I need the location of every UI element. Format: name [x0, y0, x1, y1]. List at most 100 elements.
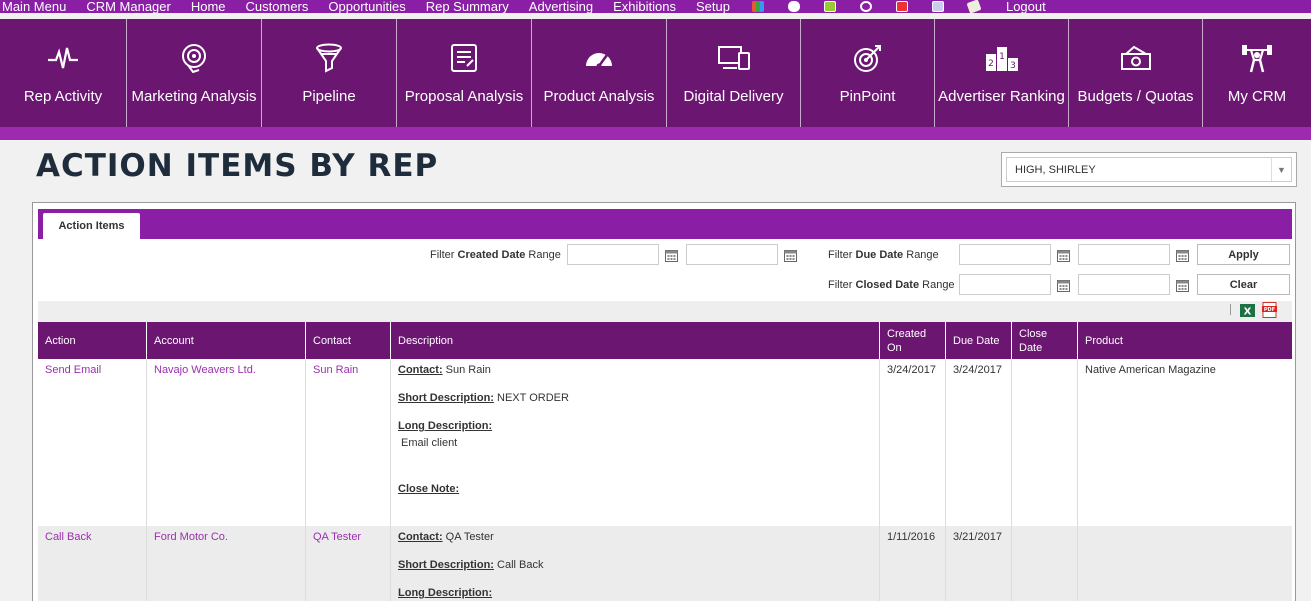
tile-label: Budgets / Quotas: [1077, 88, 1194, 105]
apps-icon[interactable]: [751, 0, 764, 12]
tile-product-analysis[interactable]: Product Analysis: [532, 19, 667, 127]
module-nav: Rep Activity Marketing Analysis Pipeline…: [0, 19, 1311, 127]
chat-icon[interactable]: [787, 0, 800, 12]
col-action[interactable]: Action: [38, 322, 147, 359]
account-cell: Navajo Weavers Ltd.: [147, 359, 306, 526]
description-cell: Contact: Sun Rain Short Description: NEX…: [391, 359, 880, 526]
tile-label: Product Analysis: [543, 88, 655, 105]
gauge-icon: [582, 41, 616, 75]
tile-label: My CRM: [1227, 88, 1287, 105]
col-product[interactable]: Product: [1078, 322, 1292, 359]
closed-date-filter-label: Filter Closed Date Range: [828, 279, 955, 291]
action-cell: Call Back: [38, 526, 147, 601]
menu-opportunities[interactable]: Opportunities: [328, 0, 405, 13]
col-description[interactable]: Description: [391, 322, 880, 359]
menu-setup[interactable]: Setup: [696, 0, 730, 13]
tile-budgets-quotas[interactable]: Budgets / Quotas: [1069, 19, 1203, 127]
tile-pinpoint[interactable]: PinPoint: [801, 19, 935, 127]
contact-link[interactable]: Sun Rain: [313, 364, 358, 376]
pdf-export-icon[interactable]: PDF: [1262, 302, 1277, 318]
contact-value: Sun Rain: [445, 364, 491, 376]
tile-label: PinPoint: [839, 88, 896, 105]
menu-customers[interactable]: Customers: [246, 0, 309, 13]
created-date-to-input[interactable]: [686, 244, 778, 265]
rep-select-container: HIGH, SHIRLEY ▼: [1001, 152, 1297, 187]
tile-label: Marketing Analysis: [131, 88, 257, 105]
closed-date-to-input[interactable]: [1078, 274, 1170, 295]
rep-select[interactable]: HIGH, SHIRLEY ▼: [1006, 157, 1292, 182]
created-on-cell: 1/11/2016: [880, 526, 946, 601]
page-title: ACTION ITEMS BY REP: [36, 148, 439, 184]
col-contact[interactable]: Contact: [306, 322, 391, 359]
account-link[interactable]: Navajo Weavers Ltd.: [154, 364, 256, 376]
tab-action-items[interactable]: Action Items: [43, 213, 140, 239]
tile-marketing-analysis[interactable]: Marketing Analysis: [127, 19, 262, 127]
tile-digital-delivery[interactable]: Digital Delivery: [667, 19, 801, 127]
menu-crm-manager[interactable]: CRM Manager: [86, 0, 171, 13]
action-link[interactable]: Call Back: [45, 531, 91, 543]
apply-button[interactable]: Apply: [1197, 244, 1290, 265]
accent-bar: [0, 127, 1311, 140]
col-created-on[interactable]: Created On: [880, 322, 946, 359]
document-icon: [447, 41, 481, 75]
calendar-icon[interactable]: [1176, 249, 1189, 262]
menu-advertising[interactable]: Advertising: [529, 0, 593, 13]
pulse-icon: [46, 41, 80, 75]
due-date-filter-label: Filter Due Date Range: [828, 249, 939, 261]
clear-button[interactable]: Clear: [1197, 274, 1290, 295]
chevron-down-icon[interactable]: ▼: [1271, 158, 1291, 181]
long-description-label: Long Description:: [398, 420, 493, 432]
menu-logout[interactable]: Logout: [1006, 0, 1046, 13]
calendar-icon[interactable]: [1176, 279, 1189, 292]
col-close-date[interactable]: Close Date: [1012, 322, 1078, 359]
svg-text:X: X: [1244, 307, 1252, 318]
svg-text:PDF: PDF: [1264, 307, 1275, 313]
action-link[interactable]: Send Email: [45, 364, 101, 376]
calendar-icon[interactable]: [1057, 249, 1070, 262]
tab-strip: Action Items: [38, 209, 1292, 239]
table-header: Action Account Contact Description Creat…: [38, 322, 1292, 359]
calendar-icon[interactable]: [665, 249, 678, 262]
rep-select-value: HIGH, SHIRLEY: [1015, 163, 1096, 176]
menu-rep-summary[interactable]: Rep Summary: [426, 0, 509, 13]
devices-icon: [717, 41, 751, 75]
tile-advertiser-ranking[interactable]: 213 Advertiser Ranking: [935, 19, 1069, 127]
money-icon: [1119, 41, 1153, 75]
action-items-panel: Action Items Filter Created Date Range F…: [32, 202, 1296, 601]
table-row: Send Email Navajo Weavers Ltd. Sun Rain …: [38, 359, 1292, 526]
tile-proposal-analysis[interactable]: Proposal Analysis: [397, 19, 532, 127]
calendar-icon[interactable]: [784, 249, 797, 262]
table-row: Call Back Ford Motor Co. QA Tester Conta…: [38, 526, 1292, 601]
tile-my-crm[interactable]: My CRM: [1203, 19, 1311, 127]
divider: [1230, 304, 1231, 315]
created-date-from-input[interactable]: [567, 244, 659, 265]
menu-home[interactable]: Home: [191, 0, 226, 13]
card-icon[interactable]: [931, 0, 944, 12]
edit-icon[interactable]: [966, 0, 982, 14]
col-due-date[interactable]: Due Date: [946, 322, 1012, 359]
long-description-label: Long Description:: [398, 587, 493, 599]
account-link[interactable]: Ford Motor Co.: [154, 531, 228, 543]
col-account[interactable]: Account: [147, 322, 306, 359]
created-date-filter-label: Filter Created Date Range: [430, 249, 561, 261]
tile-rep-activity[interactable]: Rep Activity: [0, 19, 127, 127]
info-icon[interactable]: [859, 0, 872, 12]
due-date-to-input[interactable]: [1078, 244, 1170, 265]
tile-pipeline[interactable]: Pipeline: [262, 19, 397, 127]
tile-label: Advertiser Ranking: [938, 88, 1065, 105]
calendar-icon[interactable]: [1057, 279, 1070, 292]
product-cell: [1078, 526, 1292, 601]
menu-main-menu[interactable]: Main Menu: [2, 0, 66, 13]
contact-label: Contact:: [398, 531, 443, 543]
contact-label: Contact:: [398, 364, 443, 376]
menu-exhibitions[interactable]: Exhibitions: [613, 0, 676, 13]
due-date-from-input[interactable]: [959, 244, 1051, 265]
account-cell: Ford Motor Co.: [147, 526, 306, 601]
excel-export-icon[interactable]: X: [1240, 303, 1255, 318]
contact-link[interactable]: QA Tester: [313, 531, 361, 543]
mail-icon[interactable]: [895, 0, 908, 12]
weightlifter-icon: [1240, 41, 1274, 75]
closed-date-from-input[interactable]: [959, 274, 1051, 295]
svg-text:3: 3: [1010, 61, 1016, 71]
media-icon[interactable]: [823, 0, 836, 12]
